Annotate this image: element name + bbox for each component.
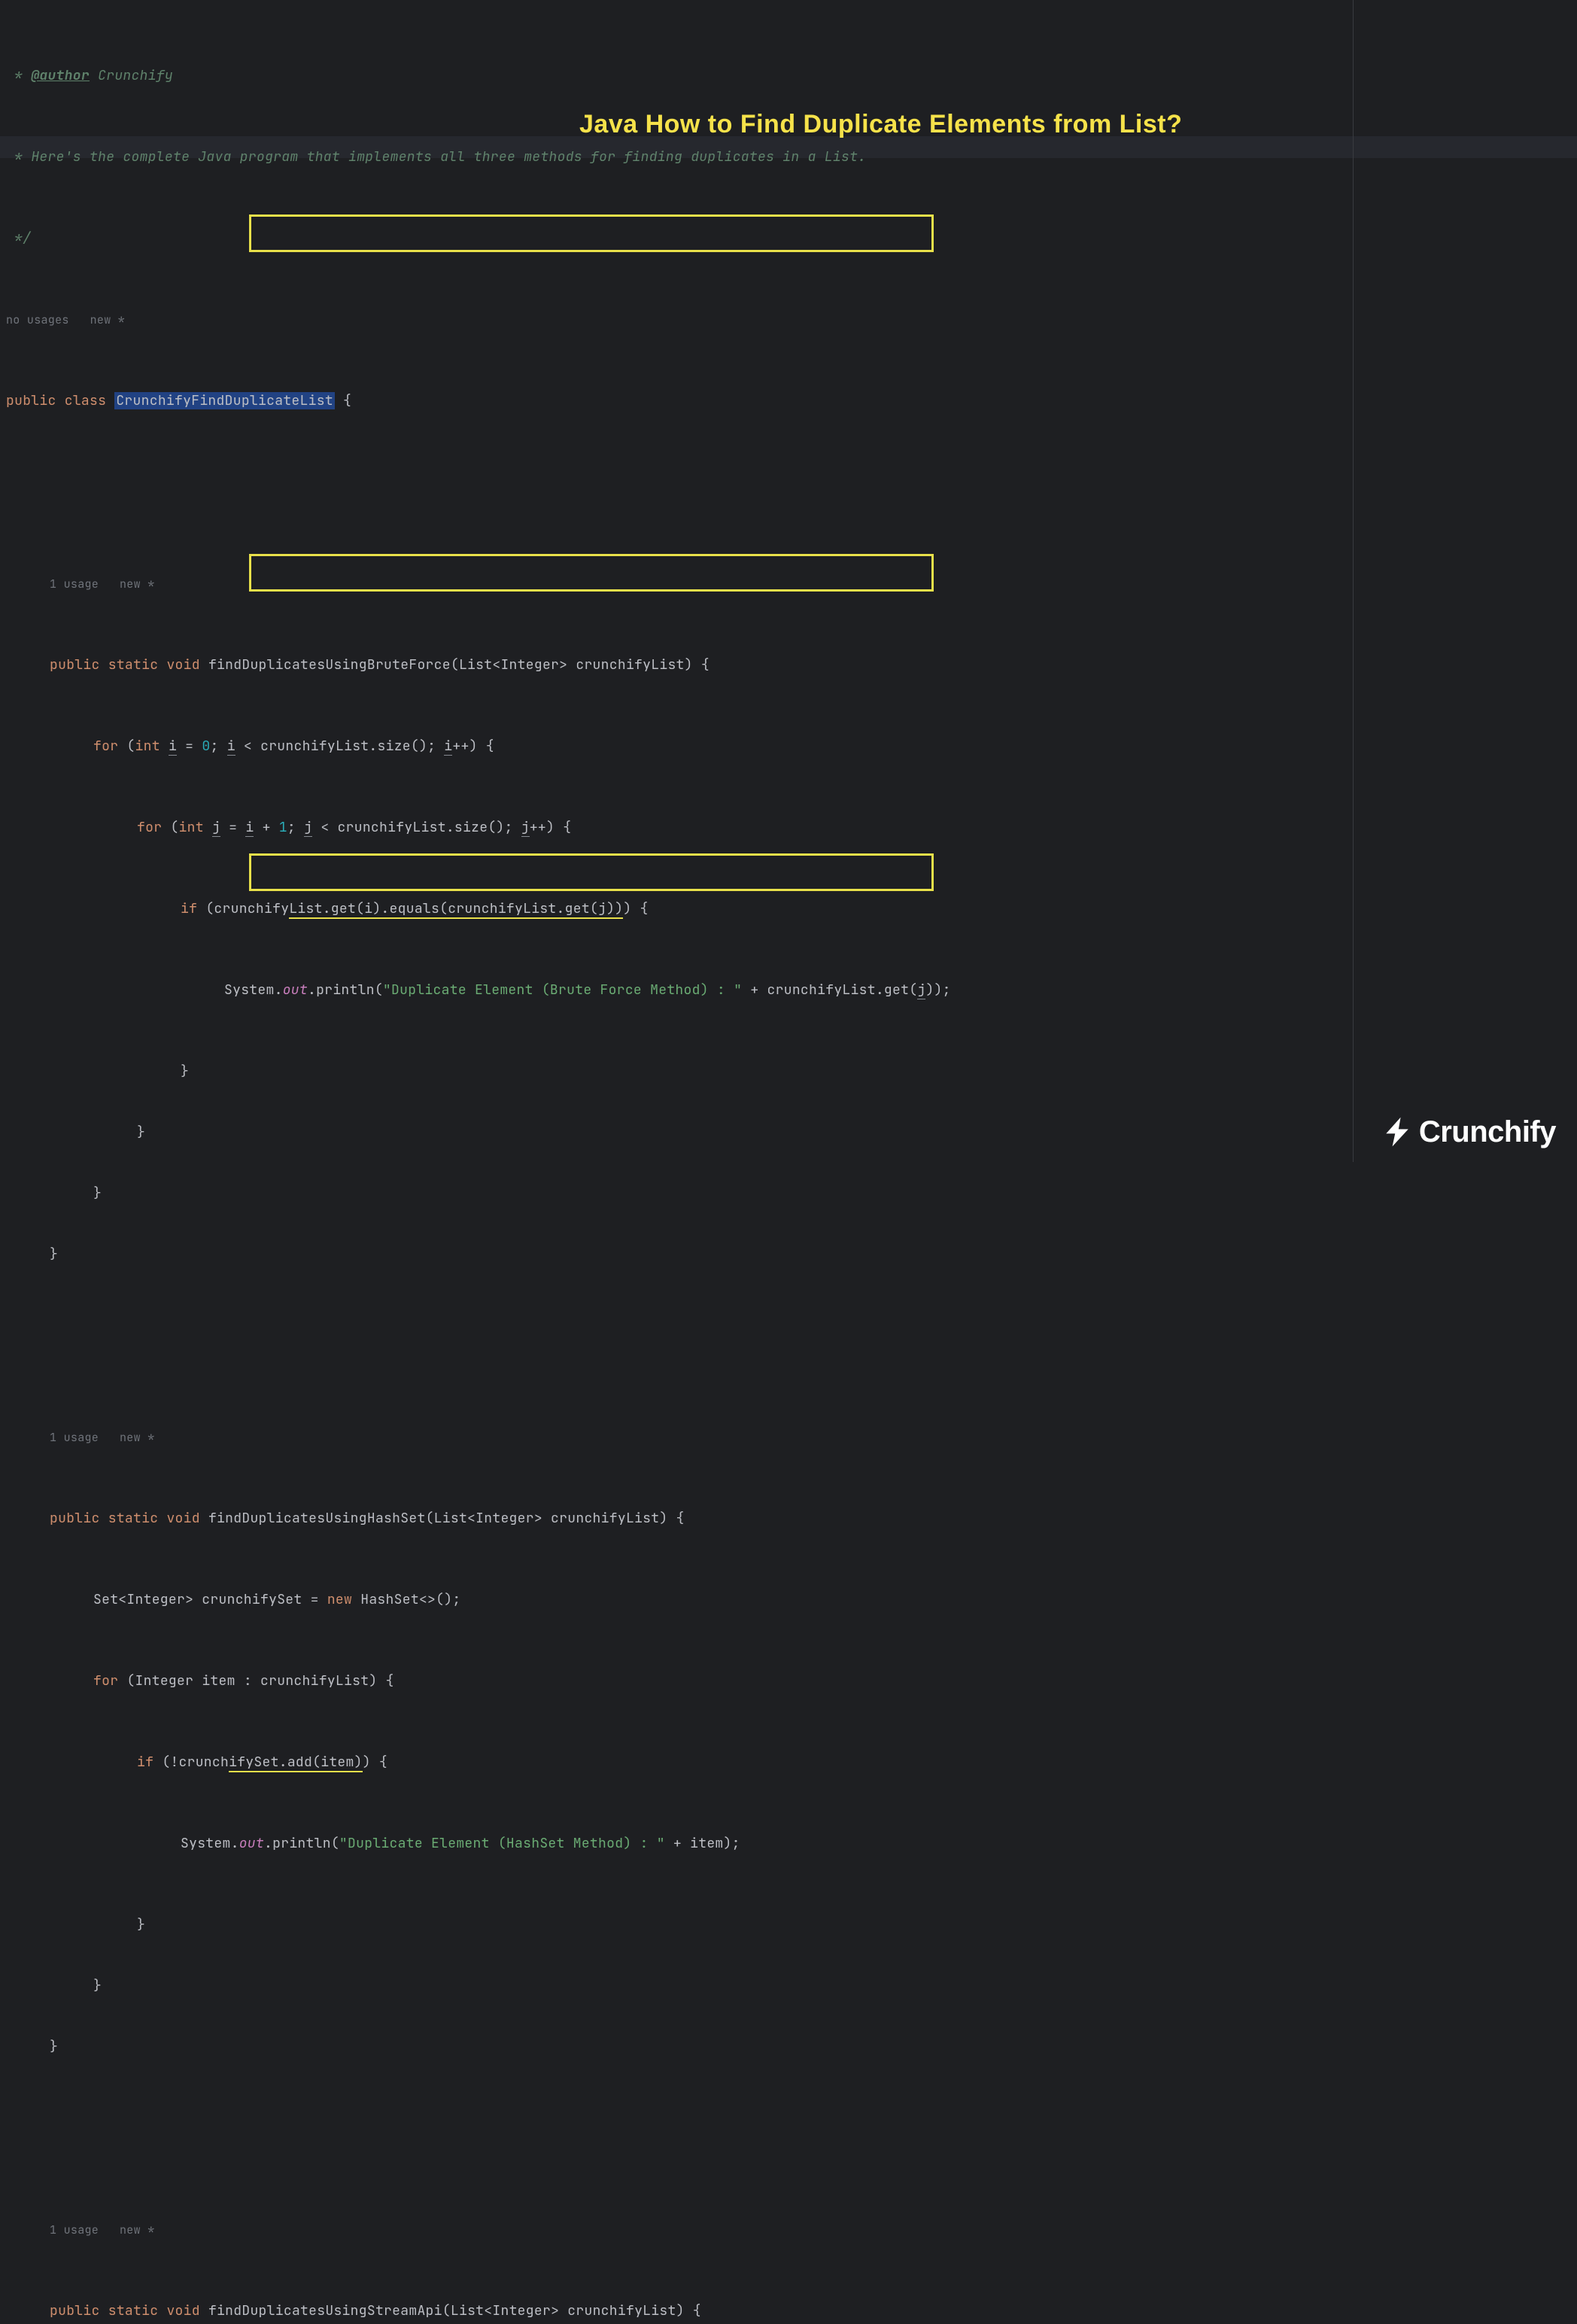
code-line[interactable]: */: [6, 228, 1577, 248]
inlay-hint: 1 usage new *: [6, 2219, 1577, 2240]
javadoc-author-tag: @author: [31, 67, 90, 84]
javadoc-end: [6, 230, 14, 247]
javadoc-desc: Here's the complete Java program that im…: [31, 148, 866, 166]
method-name: findDuplicatesUsingBruteForce: [208, 656, 451, 674]
class-name[interactable]: CrunchifyFindDuplicateList: [114, 392, 335, 409]
method-name: findDuplicatesUsingHashSet: [208, 1510, 426, 1527]
code-line[interactable]: for (Integer item : crunchifyList) {: [6, 1671, 1577, 1691]
code-line[interactable]: for (int j = i + 1; j < crunchifyList.si…: [6, 817, 1577, 838]
inlay-hint: 1 usage new *: [6, 1427, 1577, 1447]
code-line[interactable]: }: [6, 1976, 1577, 1996]
code-line[interactable]: public static void findDuplicatesUsingBr…: [6, 655, 1577, 675]
code-line[interactable]: public static void findDuplicatesUsingSt…: [6, 2301, 1577, 2321]
code-line[interactable]: System.out.println("Duplicate Element (B…: [6, 980, 1577, 1000]
code-line[interactable]: }: [6, 1244, 1577, 1264]
method-name: findDuplicatesUsingStreamApi: [208, 2302, 442, 2319]
code-line[interactable]: }: [6, 1183, 1577, 1203]
code-line[interactable]: public static void findDuplicatesUsingHa…: [6, 1508, 1577, 1529]
javadoc-author-name: Crunchify: [98, 67, 173, 84]
blank-line: [6, 472, 1577, 492]
code-editor[interactable]: * @author Crunchify * Here's the complet…: [0, 0, 1577, 2324]
method-params: (List<Integer> crunchifyList) {: [426, 1510, 685, 1527]
code-line[interactable]: for (int i = 0; i < crunchifyList.size()…: [6, 736, 1577, 756]
code-line[interactable]: }: [6, 1122, 1577, 1142]
code-line[interactable]: public class CrunchifyFindDuplicateList …: [6, 391, 1577, 411]
inlay-hint: 1 usage new *: [6, 573, 1577, 594]
code-line[interactable]: * @author Crunchify: [6, 65, 1577, 86]
code-line[interactable]: Set<Integer> crunchifySet = new HashSet<…: [6, 1589, 1577, 1610]
blank-line: [6, 2118, 1577, 2138]
method-params: (List<Integer> crunchifyList) {: [451, 656, 709, 674]
code-line[interactable]: }: [6, 2037, 1577, 2057]
code-line[interactable]: System.out.println("Duplicate Element (H…: [6, 1833, 1577, 1854]
method-params: (List<Integer> crunchifyList) {: [442, 2302, 701, 2319]
code-line[interactable]: if (crunchifyList.get(i).equals(crunchif…: [6, 899, 1577, 919]
code-line[interactable]: * Here's the complete Java program that …: [6, 147, 1577, 167]
code-line[interactable]: if (!crunchifySet.add(item)) {: [6, 1752, 1577, 1772]
code-line[interactable]: }: [6, 1061, 1577, 1081]
code-line[interactable]: }: [6, 1915, 1577, 1935]
blank-line: [6, 1325, 1577, 1346]
inlay-hint: no usages new *: [6, 309, 1577, 330]
